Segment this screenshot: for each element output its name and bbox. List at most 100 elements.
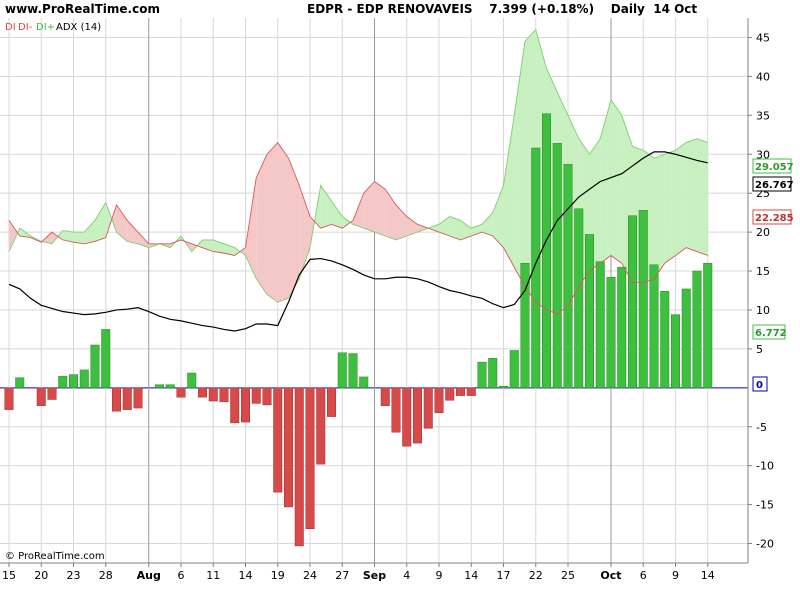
di-fill-segment bbox=[686, 138, 697, 252]
di-bar bbox=[413, 387, 422, 444]
di-bar bbox=[585, 234, 594, 389]
di-bar bbox=[305, 387, 315, 529]
di-bar bbox=[69, 374, 78, 389]
di-bar bbox=[112, 387, 121, 412]
di-bar bbox=[208, 387, 218, 402]
di-bar bbox=[165, 384, 175, 389]
di-bar bbox=[499, 386, 508, 389]
di-bar bbox=[251, 387, 261, 404]
symbol-title: EDPR - EDP RENOVAVEIS 7.399 (+0.18%) Dai… bbox=[307, 2, 698, 16]
di-bar bbox=[638, 210, 648, 389]
di-bar bbox=[327, 387, 336, 417]
di-bar bbox=[563, 164, 573, 389]
legend-di-plus: DI+ bbox=[36, 22, 55, 33]
x-tick-label: 15 bbox=[2, 569, 16, 582]
di-bar bbox=[649, 264, 659, 389]
value-label-zero-text: 0 bbox=[756, 380, 763, 391]
di-bar bbox=[391, 387, 401, 433]
y-tick-label: -15 bbox=[756, 499, 774, 512]
y-tick-label: 20 bbox=[756, 226, 770, 239]
y-tick-label: 35 bbox=[756, 109, 770, 122]
x-tick-label: 20 bbox=[34, 569, 48, 582]
y-tick-label: 40 bbox=[756, 70, 770, 83]
di-bar bbox=[402, 387, 412, 447]
x-tick-label: 27 bbox=[335, 569, 349, 582]
di-bar bbox=[198, 387, 207, 398]
x-tick-label: 14 bbox=[239, 569, 253, 582]
y-tick-label: -5 bbox=[756, 421, 767, 434]
legend-di: DI bbox=[5, 22, 16, 33]
value-label-adx: 26.767 bbox=[752, 176, 794, 192]
value-label-adx-text: 26.767 bbox=[755, 180, 794, 191]
x-tick-label: 4 bbox=[403, 569, 410, 582]
di-bar bbox=[241, 387, 250, 423]
di-bar bbox=[337, 352, 347, 389]
chart-svg: 45403530252015105-5-10-15-20 15 20 23 28 Aug… bbox=[0, 18, 794, 582]
y-tick-label: -20 bbox=[756, 538, 774, 551]
x-tick-label: 14 bbox=[464, 569, 478, 582]
di-bar bbox=[628, 215, 637, 389]
di-bar bbox=[606, 277, 616, 389]
x-tick-label: 11 bbox=[206, 569, 220, 582]
legend-di-minus: DI- bbox=[18, 22, 33, 33]
di-bar bbox=[423, 387, 433, 429]
di-bar bbox=[15, 377, 25, 389]
x-tick-label: 9 bbox=[672, 569, 679, 582]
x-axis: 15 20 23 28 Aug 6 11 14 19 24 27 Sep 4 9 14 17 22 25 Oct 6 9… bbox=[2, 563, 715, 582]
di-bar bbox=[477, 361, 487, 389]
y-tick-label: -10 bbox=[756, 460, 774, 473]
x-tick-label: 24 bbox=[303, 569, 317, 582]
di-bar bbox=[348, 353, 358, 389]
value-label-di-minus: 22.285 bbox=[752, 209, 794, 225]
y-tick-label: 45 bbox=[756, 31, 770, 44]
di-bar bbox=[617, 266, 627, 389]
di-bar bbox=[574, 208, 584, 389]
y-tick-label: 5 bbox=[756, 343, 763, 356]
x-tick-label: Sep bbox=[363, 569, 386, 582]
di-bar bbox=[466, 387, 476, 396]
x-tick-label: 6 bbox=[178, 569, 185, 582]
x-tick-label: 19 bbox=[271, 569, 285, 582]
di-fill-segment bbox=[256, 154, 267, 295]
di-bar bbox=[488, 357, 498, 389]
di-bar bbox=[434, 387, 444, 413]
y-axis: 45403530252015105-5-10-15-20 bbox=[748, 31, 774, 551]
di-bar bbox=[595, 261, 605, 389]
value-label-zero: 0 bbox=[752, 376, 768, 392]
di-fill-segment bbox=[664, 150, 676, 264]
legend-adx: ADX (14) bbox=[56, 22, 101, 33]
di-bar bbox=[133, 387, 143, 409]
di-fill-segment bbox=[611, 99, 622, 264]
value-label-di: 6.772 bbox=[752, 324, 787, 340]
di-bar bbox=[155, 384, 164, 389]
x-tick-label: 17 bbox=[497, 569, 511, 582]
di-bar bbox=[284, 387, 293, 508]
header-bar: www.ProRealTime.com EDPR - EDP RENOVAVEI… bbox=[0, 0, 800, 18]
site-link[interactable]: www.ProRealTime.com bbox=[5, 2, 160, 16]
di-bar bbox=[456, 387, 465, 396]
di-bar bbox=[294, 387, 304, 547]
x-tick-label: 25 bbox=[561, 569, 575, 582]
x-tick-label: 23 bbox=[67, 569, 81, 582]
di-fill-segment bbox=[267, 142, 278, 303]
value-label-di-minus-text: 22.285 bbox=[755, 213, 794, 224]
di-fill-segment bbox=[654, 154, 665, 279]
di-bar bbox=[531, 147, 541, 389]
di-fill-segment bbox=[697, 138, 708, 256]
di-bar bbox=[4, 387, 14, 410]
di-bar bbox=[58, 375, 68, 389]
di-bar bbox=[101, 329, 111, 389]
di-bar bbox=[230, 387, 240, 424]
di-bar bbox=[660, 291, 670, 389]
x-tick-label: 28 bbox=[99, 569, 113, 582]
di-bar bbox=[316, 387, 326, 465]
di-bar bbox=[681, 288, 691, 389]
di-bar bbox=[122, 387, 132, 410]
value-label-di-plus: 29.057 bbox=[752, 158, 794, 174]
di-bar bbox=[273, 387, 283, 493]
di-bar bbox=[359, 376, 369, 389]
di-bar bbox=[552, 143, 562, 389]
y-tick-label: 10 bbox=[756, 304, 770, 317]
x-tick-label: 22 bbox=[529, 569, 543, 582]
di-bar bbox=[219, 387, 229, 403]
